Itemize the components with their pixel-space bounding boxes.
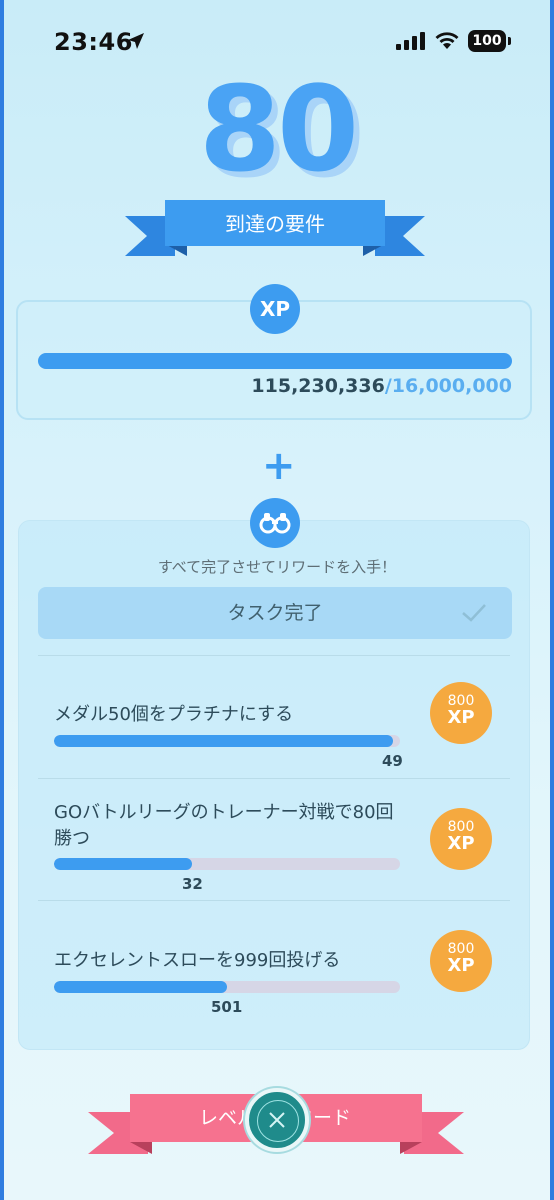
reward-badge: 800 XP	[430, 930, 492, 992]
reward-amount: 800	[447, 941, 475, 957]
task-progress-fill	[54, 735, 394, 747]
location-arrow-icon	[128, 33, 144, 49]
divider	[38, 778, 510, 779]
task-item: メダル50個をプラチナにする	[54, 702, 404, 728]
level-number: 80	[198, 60, 359, 198]
reward-unit: XP	[447, 833, 475, 854]
task-progress-value: 501	[211, 998, 243, 1016]
requirements-title: 到達の要件	[225, 212, 325, 236]
xp-total: 16,000,000	[391, 375, 512, 397]
xp-badge: XP	[250, 284, 300, 334]
task-progress-bar	[54, 735, 400, 747]
divider	[38, 655, 510, 656]
task-title: メダル50個をプラチナにする	[54, 704, 294, 725]
task-progress-value: 49	[382, 752, 403, 770]
reward-badge: 800 XP	[430, 682, 492, 744]
reward-amount: 800	[447, 693, 475, 709]
task-title: GOバトルリーグのトレーナー対戦で80回勝つ	[54, 802, 394, 849]
task-complete-button[interactable]: タスク完了	[38, 587, 512, 639]
divider	[38, 900, 510, 901]
cellular-signal-icon	[396, 32, 425, 50]
reward-unit: XP	[447, 955, 475, 976]
task-item: GOバトルリーグのトレーナー対戦で80回勝つ	[54, 800, 404, 852]
xp-progress-bar	[38, 353, 512, 369]
task-progress-fill	[54, 858, 193, 870]
xp-separator: /	[384, 375, 392, 397]
task-complete-label: タスク完了	[227, 602, 323, 624]
status-time: 23:46	[54, 28, 133, 56]
close-button[interactable]	[245, 1088, 309, 1152]
task-item: エクセレントスローを999回投げる	[54, 948, 404, 974]
xp-current: 115,230,336	[251, 375, 385, 397]
battery-nub	[508, 37, 511, 45]
reward-badge: 800 XP	[430, 808, 492, 870]
task-title: エクセレントスローを999回投げる	[54, 950, 341, 971]
binoculars-icon	[250, 498, 300, 548]
task-progress-bar	[54, 858, 400, 870]
task-progress-bar	[54, 981, 400, 993]
xp-progress-text: 115,230,336/16,000,000	[251, 375, 512, 397]
reward-amount: 800	[447, 819, 475, 835]
close-icon	[269, 1112, 285, 1128]
battery-indicator: 100	[468, 30, 506, 52]
task-progress-fill	[54, 981, 227, 993]
reward-unit: XP	[447, 707, 475, 728]
wifi-icon	[435, 32, 459, 49]
plus-sign: +	[262, 443, 296, 489]
task-subtitle: すべて完了させてリワードを入手！	[157, 558, 397, 576]
checkmark-icon	[462, 604, 486, 622]
task-progress-value: 32	[182, 875, 203, 893]
